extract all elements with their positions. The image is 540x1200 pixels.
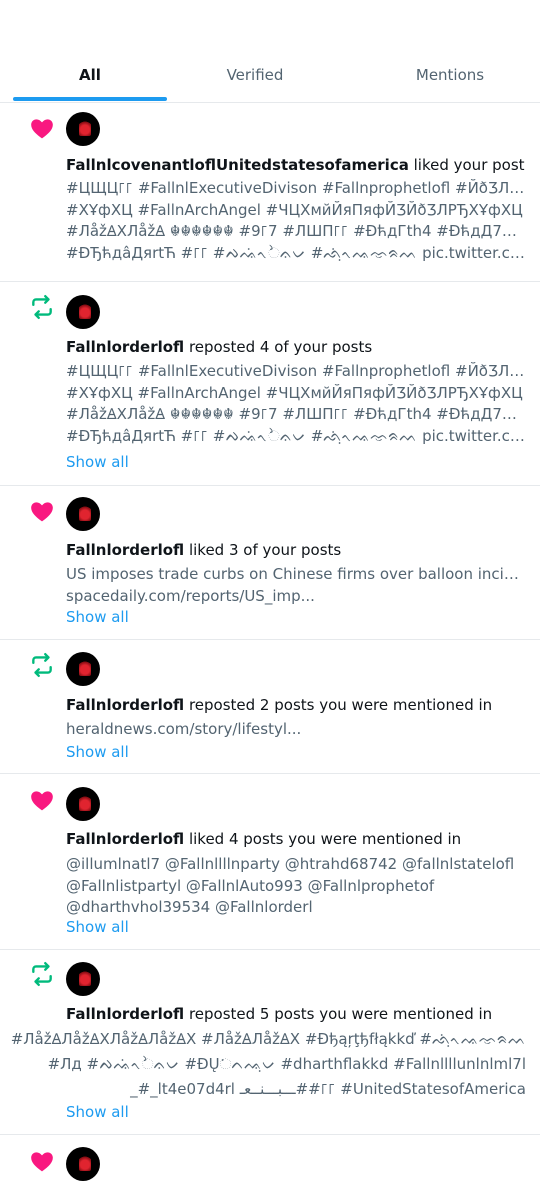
notification-item[interactable]: Fallnlorderlofl reposted 4 of your posts…: [0, 281, 540, 486]
notification-tabs: All Verified Mentions: [0, 0, 540, 103]
user-name[interactable]: Fallnlorderlofl: [66, 830, 184, 848]
preview-line: #ЦЩЦ꜒꜒ #FallnlExecutiveDivison #Fallnpro…: [66, 179, 526, 197]
avatar[interactable]: [66, 787, 100, 821]
preview-line: #ХҰфХЦ #FallnArchAngel #ЧЦХмйЙяПяфЙƷЙðƷЛ…: [66, 383, 523, 402]
tab-all[interactable]: All: [50, 66, 130, 84]
notification-action: reposted 4 of your posts: [188, 338, 373, 356]
notification-item[interactable]: [0, 1134, 540, 1200]
avatar[interactable]: [66, 652, 100, 686]
show-all-link[interactable]: Show all: [66, 918, 129, 936]
avatar[interactable]: [66, 112, 100, 146]
avatar[interactable]: [66, 962, 100, 996]
heart-icon: [31, 502, 53, 522]
preview-line: @dharthvhol39534 @Fallnlorderl: [66, 898, 313, 916]
show-all-link[interactable]: Show all: [66, 453, 129, 471]
active-tab-indicator: [13, 97, 167, 101]
notification-action: liked 4 posts you were mentioned in: [188, 830, 462, 848]
notification-action: liked your post: [413, 156, 525, 174]
preview-line: spacedaily.com/reports/US_imp...: [66, 586, 315, 605]
avatar[interactable]: [66, 1147, 100, 1181]
avatar[interactable]: [66, 497, 100, 531]
preview-line[interactable]: _#_lt4e07d4rl ـــبـــنــعـ##꜒꜒ #UnitedSt…: [130, 1080, 526, 1098]
notification-header: Fallnlorderlofl liked 3 of your posts: [66, 541, 530, 559]
preview-line: #ÐЂћдâДяrtЋ #꜒꜒ #ᨄᨕᨗᨚᨛᨊᨆ #ᨒᨘᨗᨚᨕᨎᨑᨓ pic.t…: [66, 243, 526, 262]
preview-line[interactable]: #Лд #ᨄᨕᨗᨚᨛᨊᨆ #ÐŲᨗᨈᨕᨘᨆ #dharthflakkd #Fal…: [48, 1055, 526, 1073]
heart-icon: [31, 119, 53, 139]
preview-line: #ЛåžꙘХЛåžꙘ ☬☬☬☬☬☬ #9꜒7 #ЛШП꜒꜒ #ÐћдГth4 #…: [66, 222, 526, 240]
notification-item[interactable]: Fallnlorderlofl liked 4 posts you were m…: [0, 773, 540, 950]
notification-header: Fallnlorderlofl reposted 4 of your posts: [66, 338, 530, 356]
tab-verified[interactable]: Verified: [205, 66, 305, 84]
notification-header: FallnlcovenantloflUnitedstatesofamerica …: [66, 156, 530, 174]
tab-mentions[interactable]: Mentions: [395, 66, 505, 84]
preview-line: @illumlnatl7 @Fallnllllnparty @htrahd687…: [66, 855, 515, 873]
notification-header: Fallnlorderlofl reposted 2 posts you wer…: [66, 696, 530, 714]
avatar[interactable]: [66, 295, 100, 329]
show-all-link[interactable]: Show all: [66, 1103, 129, 1121]
post-preview[interactable]: US imposes trade curbs on Chinese firms …: [66, 564, 526, 607]
preview-line: @Fallnlistpartyl @FallnlAuto993 @Fallnlp…: [66, 876, 435, 895]
notification-header: Fallnlorderlofl reposted 5 posts you wer…: [66, 1005, 530, 1023]
user-name[interactable]: Fallnlorderlofl: [66, 338, 184, 356]
user-name[interactable]: FallnlcovenantloflUnitedstatesofamerica: [66, 156, 409, 174]
preview-line: #ÐЂћдâДяrtЋ #꜒꜒ #ᨄᨕᨗᨚᨛᨊᨆ #ᨒᨘᨗᨚᨕᨎᨑᨓ pic.t…: [66, 426, 526, 445]
user-name[interactable]: Fallnlorderlofl: [66, 696, 184, 714]
notification-action: reposted 5 posts you were mentioned in: [188, 1005, 493, 1023]
preview-line: US imposes trade curbs on Chinese firms …: [66, 565, 526, 583]
preview-line: #ЛåžꙘХЛåžꙘ ☬☬☬☬☬☬ #9꜒7 #ЛШП꜒꜒ #ÐћдГth4 #…: [66, 405, 526, 423]
preview-line: #ЦЩЦ꜒꜒ #FallnlExecutiveDivison #Fallnpro…: [66, 362, 526, 380]
post-preview[interactable]: #ЦЩЦ꜒꜒ #FallnlExecutiveDivison #Fallnpro…: [66, 361, 526, 447]
notification-action: liked 3 of your posts: [188, 541, 342, 559]
post-preview[interactable]: heraldnews.com/story/lifestyl...: [66, 719, 526, 741]
heart-icon: [31, 1152, 53, 1172]
repost-icon: [32, 652, 52, 678]
user-name[interactable]: Fallnlorderlofl: [66, 541, 184, 559]
preview-line: heraldnews.com/story/lifestyl...: [66, 720, 302, 738]
notification-item[interactable]: Fallnlorderlofl liked 3 of your posts US…: [0, 485, 540, 640]
post-preview[interactable]: @illumlnatl7 @Fallnllllnparty @htrahd687…: [66, 854, 526, 919]
show-all-link[interactable]: Show all: [66, 743, 129, 761]
heart-icon: [31, 791, 53, 811]
notification-action: reposted 2 posts you were mentioned in: [188, 696, 493, 714]
notification-header: Fallnlorderlofl liked 4 posts you were m…: [66, 830, 530, 848]
repost-icon: [32, 961, 52, 987]
repost-icon: [32, 294, 52, 320]
notification-item[interactable]: Fallnlorderlofl reposted 2 posts you wer…: [0, 639, 540, 774]
user-name[interactable]: Fallnlorderlofl: [66, 1005, 184, 1023]
notification-item[interactable]: Fallnlorderlofl reposted 5 posts you wer…: [0, 949, 540, 1135]
notification-item[interactable]: FallnlcovenantloflUnitedstatesofamerica …: [0, 103, 540, 282]
preview-line: #ХҰфХЦ #FallnArchAngel #ЧЦХмйЙяПяфЙƷЙðƷЛ…: [66, 200, 523, 219]
show-all-link[interactable]: Show all: [66, 608, 129, 626]
preview-line[interactable]: #ЛåžꙘЛåžꙘХЛåžꙘЛåžꙘХ #ЛåžꙘЛåžꙘХ #Ðђąŗţђfł…: [11, 1029, 526, 1049]
post-preview[interactable]: #ЦЩЦ꜒꜒ #FallnlExecutiveDivison #Fallnpro…: [66, 178, 526, 264]
